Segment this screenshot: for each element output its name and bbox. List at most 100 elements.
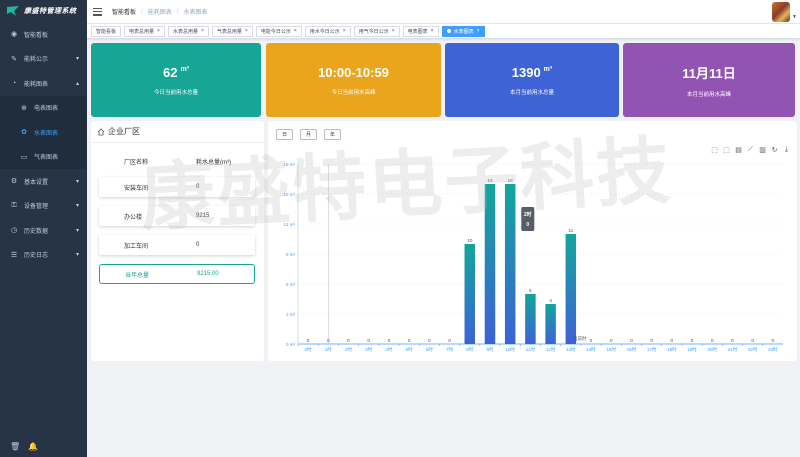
close-icon[interactable]: × bbox=[201, 28, 204, 34]
x-tick-label: 0时 bbox=[305, 346, 313, 352]
download-icon[interactable]: ⤓ bbox=[782, 145, 791, 154]
close-icon[interactable]: × bbox=[343, 28, 346, 34]
bar-value-label: 5 bbox=[529, 288, 532, 294]
factory-panel-header: 企业厂区 bbox=[91, 121, 264, 143]
close-icon[interactable]: × bbox=[245, 28, 248, 34]
logo[interactable]: 康盛特管理系统 bbox=[0, 0, 87, 22]
y-tick-label: 12 m³ bbox=[283, 222, 295, 227]
period-day-button[interactable]: 日 bbox=[276, 129, 293, 140]
x-tick-label: 22时 bbox=[748, 346, 758, 352]
tag-7[interactable]: 电表图表 × bbox=[402, 25, 439, 37]
bar-value-label: 0 bbox=[347, 338, 350, 344]
tag-label: 电能今日公示 bbox=[260, 28, 291, 35]
sidebar-item-more-2[interactable]: ◷ 历史数据 ▾ bbox=[0, 218, 87, 243]
close-icon[interactable]: × bbox=[392, 28, 395, 34]
stat-card-month-total: 1390 m³ 本月当前用水总量 bbox=[445, 43, 619, 117]
sidebar-subitem-1[interactable]: ✿ 水表图表 bbox=[0, 120, 87, 145]
menu-item-label: 智能看板 bbox=[24, 32, 49, 39]
stat-card-month-peak: 11月11日 本月当前用水高峰 bbox=[623, 43, 795, 117]
factory-table-header: 厂区名称 耗水总量(m³) bbox=[124, 159, 231, 166]
bar bbox=[504, 184, 516, 344]
x-tick-label: 18时 bbox=[667, 346, 677, 352]
chevron-icon: ▾ bbox=[75, 178, 79, 185]
sidebar-subitem-0[interactable]: ⊕ 电表图表 bbox=[0, 96, 87, 121]
tag-3[interactable]: 气表总用量 × bbox=[211, 25, 253, 37]
breadcrumb-item: 水表图表 bbox=[183, 10, 208, 16]
chart-icon: ◔ bbox=[11, 79, 17, 87]
sidebar-subitem-2[interactable]: ▭ 气表图表 bbox=[0, 145, 87, 170]
bar bbox=[484, 184, 496, 344]
period-year-button[interactable]: 年 bbox=[324, 129, 341, 140]
tag-5[interactable]: 用水今日公示 × bbox=[304, 25, 351, 37]
tag-4[interactable]: 电能今日公示 × bbox=[255, 25, 302, 37]
factory-row[interactable]: 加工车间 0 bbox=[99, 235, 255, 255]
menu-item-label: 能耗公示 bbox=[24, 57, 49, 64]
period-month-button[interactable]: 月 bbox=[300, 129, 317, 140]
bar-value-label: 16 bbox=[508, 178, 514, 184]
tag-0[interactable]: 智能看板 bbox=[91, 25, 122, 37]
tag-1[interactable]: 电表总用量 × bbox=[124, 25, 165, 37]
x-tick-label: 2时 bbox=[345, 346, 353, 352]
sidebar-item-more-1[interactable]: ⚿ 设备管理 ▾ bbox=[0, 194, 87, 219]
breadcrumb-item[interactable]: 能耗图表 bbox=[148, 7, 172, 16]
bar-value-label: 10 bbox=[467, 238, 473, 244]
x-tick-label: 4时 bbox=[385, 346, 393, 352]
x-tick-label: 16时 bbox=[627, 346, 637, 352]
sidebar-item-0[interactable]: ◉ 智能看板 bbox=[0, 22, 87, 47]
trash-icon[interactable]: 🗑 bbox=[10, 442, 20, 451]
chevron-icon: ▾ bbox=[75, 252, 79, 259]
topbar: 智能看板 / 能耗图表 / 水表图表 ▼ bbox=[87, 0, 800, 24]
sidebar-item-more-0[interactable]: ⚙ 基本设置 ▾ bbox=[0, 169, 87, 194]
bar-value-label: 16 bbox=[487, 178, 493, 184]
submenu: ⊕ 电表图表 ✿ 水表图表 ▭ 气表图表 bbox=[0, 95, 87, 170]
x-tick-label: 12时 bbox=[546, 346, 556, 352]
x-tick-label: 5时 bbox=[406, 346, 414, 352]
hamburger-icon[interactable] bbox=[93, 7, 102, 16]
close-icon[interactable]: × bbox=[477, 28, 480, 34]
factory-row[interactable]: 办公楼 9215 bbox=[99, 206, 255, 226]
bar-value-label: 0 bbox=[650, 338, 653, 344]
y-tick-label: 15 m³ bbox=[283, 192, 295, 197]
zoom-icon[interactable]: ⬚ bbox=[710, 145, 719, 154]
tag-2[interactable]: 水表总用量 × bbox=[167, 25, 209, 37]
stat-card-today-total: 62 m³ 今日当前用水总量 bbox=[91, 43, 261, 117]
tag-label: 用水今日公示 bbox=[309, 28, 340, 35]
y-tick-label: 18 m³ bbox=[283, 162, 295, 167]
tag-label: 水表总用量 bbox=[172, 28, 198, 35]
breadcrumb-item[interactable]: 智能看板 bbox=[112, 7, 136, 16]
factory-total-row[interactable]: 当年总量 9215.00 bbox=[99, 264, 255, 284]
menu-item-label: 能耗图表 bbox=[24, 81, 49, 88]
bar-icon[interactable]: ▥ bbox=[758, 145, 767, 154]
factory-row[interactable]: 安装车间 0 bbox=[99, 177, 255, 197]
bell-icon[interactable]: 🔔 bbox=[28, 442, 38, 451]
x-tick-label: 23时 bbox=[768, 346, 778, 352]
close-icon[interactable]: × bbox=[157, 28, 160, 34]
chevron-icon: ▴ bbox=[75, 80, 79, 87]
close-icon[interactable]: × bbox=[431, 28, 434, 34]
tag-6[interactable]: 用气今日公示 × bbox=[353, 25, 400, 37]
bar-value-label: 0 bbox=[428, 338, 431, 344]
tag-label: 电表图表 bbox=[407, 28, 428, 35]
zoom-reset-icon[interactable]: ⬚ bbox=[722, 145, 731, 154]
energy-icon: ✎ bbox=[11, 55, 17, 63]
bar-value-label: 11 bbox=[568, 228, 573, 234]
caret-down-icon[interactable]: ▼ bbox=[792, 14, 797, 20]
restore-icon[interactable]: ↻ bbox=[770, 145, 779, 154]
tag-8[interactable]: 水表图表 × bbox=[441, 25, 485, 37]
data-view-icon[interactable]: ▤ bbox=[734, 145, 743, 154]
avatar[interactable] bbox=[772, 2, 790, 22]
tooltip-title: 2时 bbox=[524, 211, 532, 218]
chevron-icon: ▾ bbox=[75, 203, 79, 210]
y-tick-label: 9 m³ bbox=[286, 252, 296, 257]
bar-value-label: 0 bbox=[388, 338, 391, 344]
message-icon: ▭ bbox=[20, 153, 28, 161]
line-icon[interactable]: ⟋ bbox=[746, 145, 755, 154]
sidebar-item-1[interactable]: ✎ 能耗公示 ▾ bbox=[0, 47, 87, 72]
tag-label: 电表总用量 bbox=[129, 28, 155, 35]
bar bbox=[525, 294, 536, 344]
close-icon[interactable]: × bbox=[294, 28, 297, 34]
sidebar-item-2[interactable]: ◔ 能耗图表 ▴ bbox=[0, 71, 87, 96]
sidebar-item-more-3[interactable]: ☰ 历史日志 ▾ bbox=[0, 243, 87, 268]
chart-toolbox: ⬚ ⬚ ▤ ⟋ ▥ ↻ ⤓ bbox=[710, 145, 791, 154]
x-tick-label: 10时 bbox=[505, 346, 515, 352]
